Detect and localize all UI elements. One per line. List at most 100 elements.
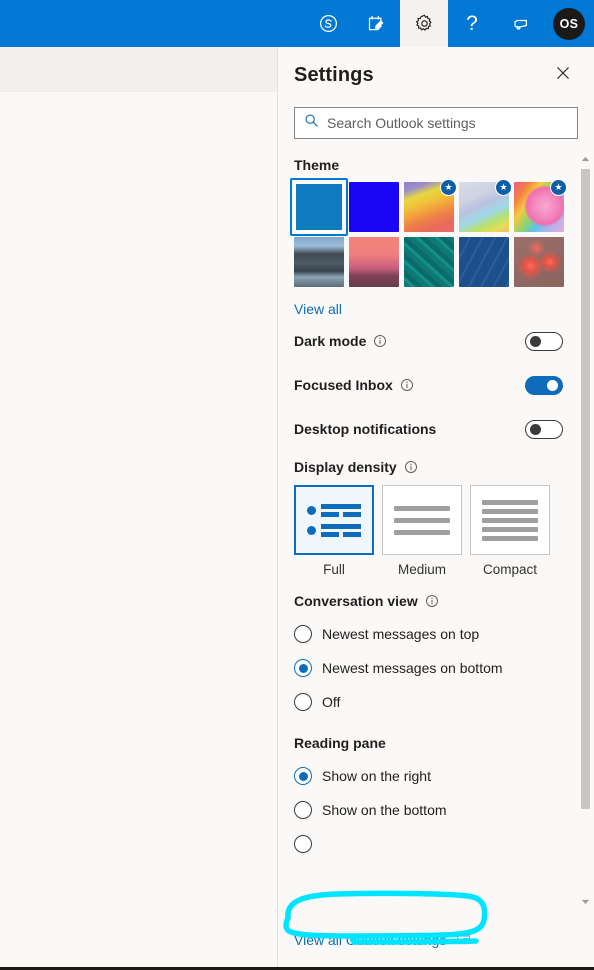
focused-inbox-toggle[interactable] xyxy=(525,375,563,395)
display-density-options: Full Medium Compact xyxy=(294,485,577,577)
theme-swatch-red-bokeh[interactable] xyxy=(514,237,564,287)
density-option-full[interactable]: Full xyxy=(294,485,374,577)
avatar[interactable]: OS xyxy=(553,7,585,40)
preview-line xyxy=(482,535,538,541)
theme-swatch-pastel-ribbons[interactable]: ★ xyxy=(459,179,512,232)
theme-swatch-rainbow-waves[interactable]: ★ xyxy=(404,179,457,232)
search-box[interactable] xyxy=(294,107,578,139)
info-icon[interactable] xyxy=(373,334,387,348)
info-icon[interactable] xyxy=(425,594,439,608)
info-icon[interactable] xyxy=(400,378,414,392)
preview-line xyxy=(482,508,538,514)
settings-scrollbar[interactable] xyxy=(577,151,594,910)
desktop-notifications-toggle[interactable] xyxy=(525,419,563,439)
theme-swatch-innovation-blueprint[interactable] xyxy=(459,237,509,287)
scrollbar-track[interactable] xyxy=(577,167,594,894)
theme-section-heading: Theme xyxy=(294,157,577,173)
conversation-option-newest-on-bottom[interactable]: Newest messages on bottom xyxy=(294,651,577,685)
help-icon-button[interactable]: ? xyxy=(448,0,496,47)
setting-row-desktop-notifications: Desktop notifications xyxy=(294,407,577,451)
radio-indicator xyxy=(294,801,312,819)
radio-label: Newest messages on bottom xyxy=(322,660,503,676)
reading-pane-option-hide[interactable] xyxy=(294,827,577,861)
conversation-option-newest-on-top[interactable]: Newest messages on top xyxy=(294,617,577,651)
density-option-medium[interactable]: Medium xyxy=(382,485,462,577)
settings-content: Theme ★ ★ ★ View all Dark mode Focused I… xyxy=(278,151,577,910)
density-label-medium: Medium xyxy=(397,562,446,577)
premium-star-icon: ★ xyxy=(550,179,567,196)
preview-line xyxy=(482,499,538,505)
display-density-label: Display density xyxy=(294,459,397,475)
preview-line-split xyxy=(321,511,361,517)
scroll-up-arrow-icon[interactable] xyxy=(577,151,594,167)
preview-dot xyxy=(307,525,316,535)
settings-flyout-panel: Settings Search Outlook settings Theme ★… xyxy=(277,47,594,970)
open-in-new-window-icon xyxy=(456,931,471,949)
density-option-compact[interactable]: Compact xyxy=(470,485,550,577)
theme-preview xyxy=(349,237,399,287)
theme-heading-label: Theme xyxy=(294,157,340,173)
radio-label: Show on the bottom xyxy=(322,802,447,818)
feedback-megaphone-icon xyxy=(509,13,531,35)
theme-swatch-mountain-snow[interactable] xyxy=(294,237,344,287)
preview-lines xyxy=(321,503,361,517)
background-toolbar-strip xyxy=(0,47,277,92)
reading-pane-heading: Reading pane xyxy=(294,735,577,751)
scrollbar-thumb[interactable] xyxy=(581,169,590,809)
skype-icon xyxy=(318,13,339,34)
conversation-option-off[interactable]: Off xyxy=(294,685,577,719)
reading-pane-option-right[interactable]: Show on the right xyxy=(294,759,577,793)
info-icon[interactable] xyxy=(404,460,418,474)
theme-swatch-circuit-teal[interactable] xyxy=(404,237,454,287)
preview-dot xyxy=(307,505,316,515)
theme-swatch-electric-blue[interactable] xyxy=(349,182,399,232)
density-preview-compact xyxy=(470,485,550,555)
theme-preview xyxy=(294,182,344,232)
theme-preview xyxy=(294,237,344,287)
theme-preview xyxy=(514,237,564,287)
feedback-icon-button[interactable] xyxy=(496,0,544,47)
top-app-bar: ? OS xyxy=(0,0,594,47)
view-all-outlook-settings-label: View all Outlook settings xyxy=(294,932,447,948)
premium-star-icon: ★ xyxy=(440,179,457,196)
radio-indicator xyxy=(294,835,312,853)
help-icon: ? xyxy=(466,12,478,35)
avatar-container: OS xyxy=(544,0,594,47)
theme-preview xyxy=(459,237,509,287)
preview-line xyxy=(321,523,361,529)
toggle-knob xyxy=(530,335,541,347)
density-preview-full xyxy=(294,485,374,555)
radio-indicator xyxy=(294,625,312,643)
theme-swatch-unicorn[interactable]: ★ xyxy=(514,179,567,232)
preview-line xyxy=(394,529,450,535)
theme-swatch-palm-sunset[interactable] xyxy=(349,237,399,287)
search-container xyxy=(278,103,594,151)
screen: ? OS Settings Search Outlook settings Th… xyxy=(0,0,594,970)
toggle-knob xyxy=(530,423,541,435)
theme-view-all-link[interactable]: View all xyxy=(294,301,342,317)
skype-icon-button[interactable] xyxy=(304,0,352,47)
close-icon xyxy=(556,66,570,85)
panel-footer: View all Outlook settings xyxy=(278,910,594,970)
settings-scroll-region: Theme ★ ★ ★ View all Dark mode Focused I… xyxy=(278,151,594,910)
preview-line xyxy=(482,526,538,532)
search-icon xyxy=(304,113,319,133)
setting-row-focused-inbox: Focused Inbox xyxy=(294,363,577,407)
search-input[interactable] xyxy=(327,115,568,131)
dark-mode-toggle[interactable] xyxy=(525,331,563,351)
display-density-heading: Display density xyxy=(294,459,577,475)
radio-indicator xyxy=(294,659,312,677)
reading-pane-label: Reading pane xyxy=(294,735,386,751)
radio-indicator xyxy=(294,693,312,711)
reading-pane-option-bottom[interactable]: Show on the bottom xyxy=(294,793,577,827)
dark-mode-label-group: Dark mode xyxy=(294,333,387,349)
toggle-knob xyxy=(547,379,558,391)
theme-swatch-blue-solid[interactable] xyxy=(290,178,348,236)
scroll-down-arrow-icon[interactable] xyxy=(577,894,594,910)
settings-gear-icon-button[interactable] xyxy=(400,0,448,47)
close-button[interactable] xyxy=(548,60,578,90)
premium-star-icon: ★ xyxy=(495,179,512,196)
radio-label: Show on the right xyxy=(322,768,431,784)
notes-icon-button[interactable] xyxy=(352,0,400,47)
view-all-outlook-settings-link[interactable]: View all Outlook settings xyxy=(294,931,471,949)
